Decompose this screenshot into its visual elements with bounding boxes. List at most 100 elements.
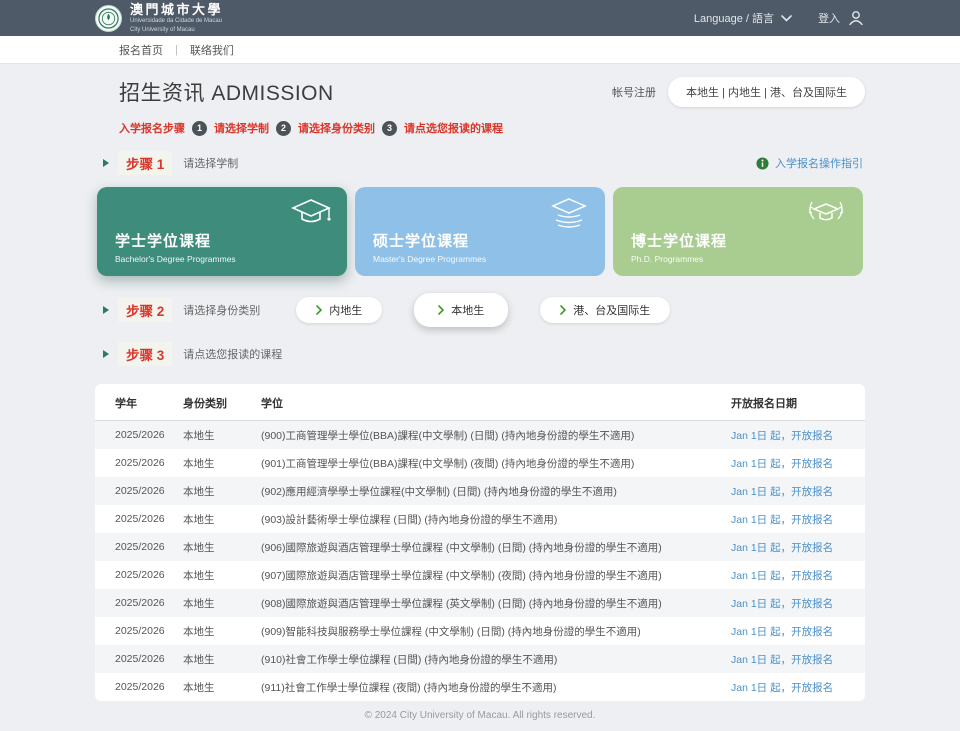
step3-desc: 请点选您报读的课程 [183, 346, 282, 362]
cell-year: 2025/2026 [95, 421, 175, 450]
table-row: 2025/2026 本地生 (900)工商管理學士學位(BBA)課程(中文學制)… [95, 421, 865, 450]
graduation-cap-icon [290, 198, 332, 230]
card-title: 硕士学位课程 [373, 230, 587, 251]
triangle-right-icon [103, 350, 109, 358]
main-content: 招生资讯 ADMISSION 帐号注册 本地生 | 内地生 | 港、台及国际生 … [95, 64, 865, 701]
chevron-right-icon [560, 305, 566, 315]
cell-year: 2025/2026 [95, 533, 175, 561]
category-pill-label: 本地生 [451, 302, 484, 318]
table-row: 2025/2026 本地生 (911)社會工作學士學位課程 (夜間) (持內地身… [95, 673, 865, 701]
top-header-bar: 澳門城市大學 Universidade da Cidade de Macau C… [0, 0, 960, 36]
col-header-degree: 学位 [253, 384, 723, 421]
nav-item-home[interactable]: 报名首页 [119, 42, 163, 58]
cell-degree: (908)國際旅遊與酒店管理學士學位課程 (英文學制) (日間) (持內地身份證… [253, 589, 723, 617]
category-pill-label: 内地生 [329, 302, 362, 318]
admission-page: 澳門城市大學 Universidade da Cidade de Macau C… [0, 0, 960, 632]
open-date-link[interactable]: Jan 1日 起，开放报名 [731, 598, 833, 610]
cell-category: 本地生 [175, 421, 253, 450]
footer-copyright: © 2024 City University of Macau. All rig… [0, 701, 960, 731]
info-icon [756, 157, 769, 170]
login-button[interactable]: 登入 [818, 9, 865, 27]
triangle-right-icon [103, 159, 109, 167]
card-title: 学士学位课程 [115, 230, 329, 251]
cell-degree: (900)工商管理學士學位(BBA)課程(中文學制) (日間) (持內地身份證的… [253, 421, 723, 450]
table-row: 2025/2026 本地生 (907)國際旅遊與酒店管理學士學位課程 (中文學制… [95, 561, 865, 589]
sub-navbar: 报名首页 | 联络我们 [0, 36, 960, 64]
cell-year: 2025/2026 [95, 617, 175, 645]
university-emblem-icon [95, 5, 122, 32]
category-pill-international[interactable]: 港、台及国际生 [540, 297, 670, 323]
open-date-link[interactable]: Jan 1日 起，开放报名 [731, 514, 833, 526]
col-header-year: 学年 [95, 384, 175, 421]
open-date-link[interactable]: Jan 1日 起，开放报名 [731, 430, 833, 442]
university-logo[interactable]: 澳門城市大學 Universidade da Cidade de Macau C… [95, 3, 223, 34]
step1-header: 步骤 1 请选择学制 入学报名操作指引 [103, 151, 865, 175]
step1-desc: 请选择学制 [183, 155, 238, 171]
cell-category: 本地生 [175, 617, 253, 645]
table-row: 2025/2026 本地生 (903)設計藝術學士學位課程 (日間) (持內地身… [95, 505, 865, 533]
card-phd-programmes[interactable]: 博士学位课程 Ph.D. Programmes [613, 187, 863, 276]
steps-text-3: 请点选您报读的课程 [404, 120, 503, 136]
triangle-right-icon [103, 306, 109, 314]
cell-category: 本地生 [175, 449, 253, 477]
cell-year: 2025/2026 [95, 477, 175, 505]
card-bachelor-programmes[interactable]: 学士学位课程 Bachelor's Degree Programmes [97, 187, 347, 276]
step2-desc: 请选择身份类别 [183, 302, 260, 318]
graduation-cap-laurel-icon [804, 198, 848, 232]
step3-label: 步骤 3 [118, 342, 172, 366]
card-master-programmes[interactable]: 硕士学位课程 Master's Degree Programmes [355, 187, 605, 276]
nav-item-contact[interactable]: 联络我们 [190, 42, 234, 58]
chevron-down-icon [781, 15, 792, 22]
cell-year: 2025/2026 [95, 673, 175, 701]
card-subtitle: Ph.D. Programmes [631, 254, 845, 264]
table-row: 2025/2026 本地生 (906)國際旅遊與酒店管理學士學位課程 (中文學制… [95, 533, 865, 561]
cell-year: 2025/2026 [95, 449, 175, 477]
steps-text-2: 请选择身份类别 [298, 120, 375, 136]
step-number-badge-2: 2 [276, 121, 291, 136]
open-date-link[interactable]: Jan 1日 起，开放报名 [731, 458, 833, 470]
cell-category: 本地生 [175, 645, 253, 673]
graduation-cap-books-icon [548, 198, 590, 232]
application-guide-link[interactable]: 入学报名操作指引 [756, 155, 863, 171]
page-title: 招生资讯 ADMISSION [119, 77, 334, 107]
cell-degree: (910)社會工作學士學位課程 (日間) (持內地身份證的學生不適用) [253, 645, 723, 673]
open-date-link[interactable]: Jan 1日 起，开放报名 [731, 542, 833, 554]
cell-category: 本地生 [175, 533, 253, 561]
table-row: 2025/2026 本地生 (908)國際旅遊與酒店管理學士學位課程 (英文學制… [95, 589, 865, 617]
cell-year: 2025/2026 [95, 645, 175, 673]
chevron-right-icon [438, 305, 444, 315]
cell-category: 本地生 [175, 505, 253, 533]
steps-text-1: 请选择学制 [214, 120, 269, 136]
university-name-pt: Universidade da Cidade de Macau [130, 18, 223, 25]
table-row: 2025/2026 本地生 (910)社會工作學士學位課程 (日間) (持內地身… [95, 645, 865, 673]
step1-label: 步骤 1 [118, 151, 172, 175]
open-date-link[interactable]: Jan 1日 起，开放报名 [731, 570, 833, 582]
col-header-category: 身份类别 [175, 384, 253, 421]
cell-year: 2025/2026 [95, 561, 175, 589]
card-subtitle: Master's Degree Programmes [373, 254, 587, 264]
university-name-zh: 澳門城市大學 [130, 3, 223, 16]
open-date-link[interactable]: Jan 1日 起，开放报名 [731, 654, 833, 666]
register-account-link[interactable]: 帐号注册 [612, 84, 656, 100]
university-name-en: City University of Macau [130, 27, 223, 34]
cell-category: 本地生 [175, 673, 253, 701]
chevron-right-icon [316, 305, 322, 315]
col-header-open-date: 开放报名日期 [723, 384, 865, 421]
cell-degree: (903)設計藝術學士學位課程 (日間) (持內地身份證的學生不適用) [253, 505, 723, 533]
category-pill-mainland[interactable]: 内地生 [296, 297, 382, 323]
nav-divider: | [175, 44, 178, 56]
cell-category: 本地生 [175, 561, 253, 589]
language-selector[interactable]: Language / 語言 [694, 10, 792, 26]
cell-category: 本地生 [175, 477, 253, 505]
cell-degree: (902)應用經濟學學士學位課程(中文學制) (日間) (持內地身份證的學生不適… [253, 477, 723, 505]
degree-cards: 学士学位课程 Bachelor's Degree Programmes 硕士学位… [95, 187, 865, 276]
cell-category: 本地生 [175, 589, 253, 617]
open-date-link[interactable]: Jan 1日 起，开放报名 [731, 486, 833, 498]
table-row: 2025/2026 本地生 (909)智能科技與服務學士學位課程 (中文學制) … [95, 617, 865, 645]
open-date-link[interactable]: Jan 1日 起，开放报名 [731, 682, 833, 694]
category-pill-label: 港、台及国际生 [573, 302, 650, 318]
table-row: 2025/2026 本地生 (901)工商管理學士學位(BBA)課程(中文學制)… [95, 449, 865, 477]
cell-degree: (906)國際旅遊與酒店管理學士學位課程 (中文學制) (日間) (持內地身份證… [253, 533, 723, 561]
register-category-pill[interactable]: 本地生 | 内地生 | 港、台及国际生 [668, 77, 865, 107]
category-pill-local-selected[interactable]: 本地生 [414, 293, 508, 327]
